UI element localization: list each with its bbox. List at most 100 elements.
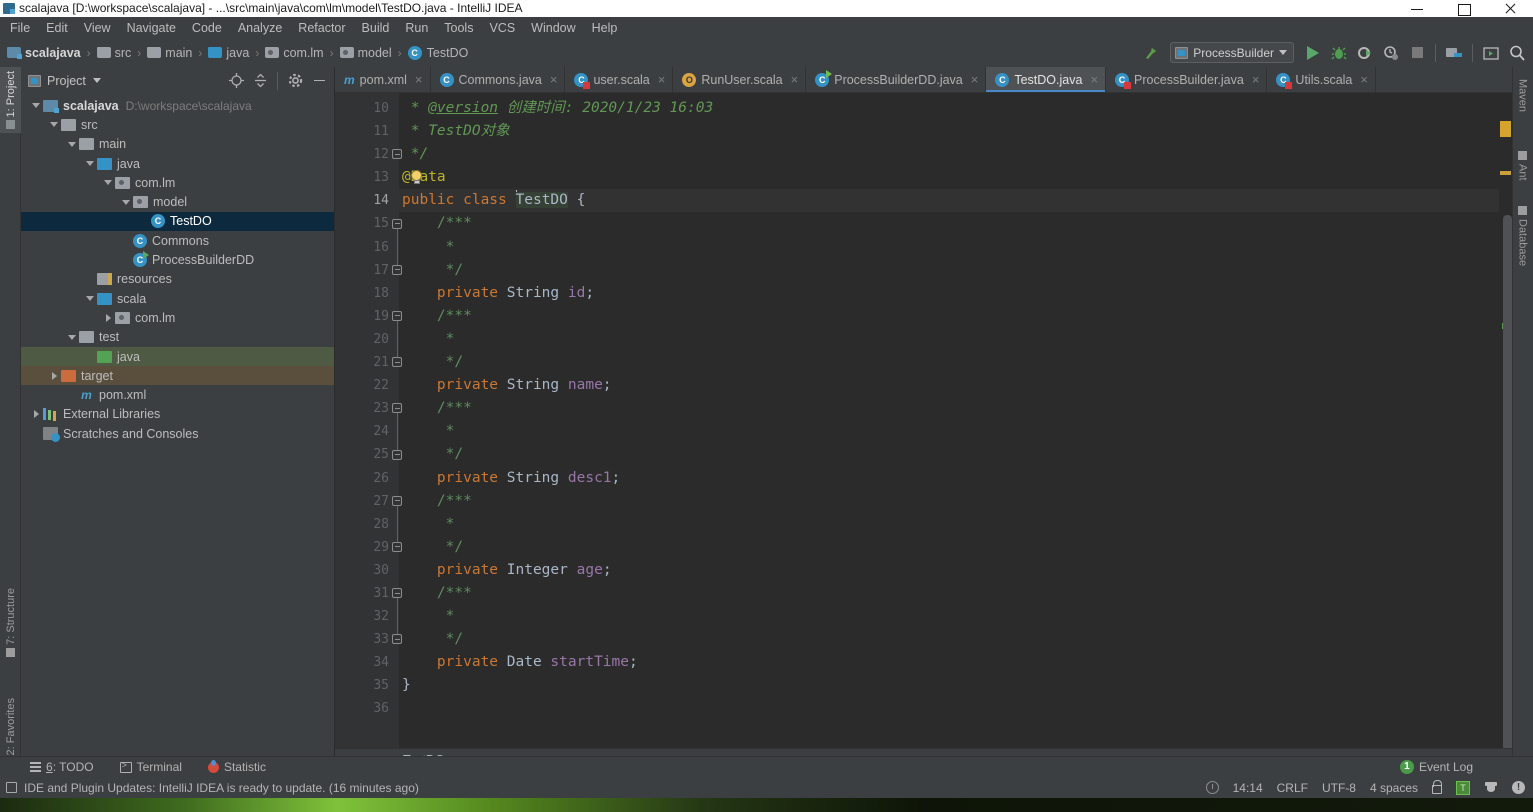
tree-item-pom-xml[interactable]: m pom.xml: [21, 385, 334, 404]
chevron-down-icon[interactable]: [101, 180, 115, 186]
chevron-down-icon[interactable]: [83, 161, 97, 167]
breadcrumb-item-testdo[interactable]: C TestDO: [406, 45, 471, 61]
editor-tab-processbuilderdd-java[interactable]: C ProcessBuilderDD.java ×: [806, 67, 987, 92]
close-icon[interactable]: ×: [971, 72, 979, 87]
close-icon[interactable]: ×: [1360, 72, 1368, 87]
close-button[interactable]: [1487, 0, 1533, 17]
code-line[interactable]: */: [399, 628, 1512, 651]
tree-item-processbuilderdd[interactable]: C ProcessBuilderDD: [21, 250, 334, 269]
profile-button[interactable]: [1379, 41, 1403, 65]
tree-item-model[interactable]: model: [21, 192, 334, 211]
breadcrumb-item-com-lm[interactable]: com.lm: [263, 45, 325, 61]
tree-item-external-libraries[interactable]: External Libraries: [21, 405, 334, 424]
tree-item-java[interactable]: java: [21, 154, 334, 173]
locate-icon[interactable]: [225, 70, 247, 92]
code-line[interactable]: *: [399, 328, 1512, 351]
code-line[interactable]: */: [399, 351, 1512, 374]
close-icon[interactable]: ×: [415, 72, 423, 87]
editor-tab-processbuilder-java[interactable]: C ProcessBuilder.java ×: [1106, 67, 1268, 92]
debug-button[interactable]: [1327, 41, 1351, 65]
code-line[interactable]: *: [399, 605, 1512, 628]
code-content[interactable]: * @version 创建时间: 2020/1/23 16:03 * TestD…: [399, 93, 1512, 748]
run-with-coverage-button[interactable]: [1353, 41, 1377, 65]
editor-tab-commons-java[interactable]: C Commons.java ×: [431, 67, 566, 92]
editor-tab-runuser-scala[interactable]: O RunUser.scala ×: [673, 67, 807, 92]
menu-item-edit[interactable]: Edit: [38, 19, 76, 37]
chevron-down-icon[interactable]: [65, 141, 79, 147]
code-line[interactable]: }: [399, 674, 1512, 697]
chevron-down-icon[interactable]: [92, 78, 101, 83]
chevron-down-icon[interactable]: [65, 334, 79, 340]
translation-icon[interactable]: T: [1456, 780, 1470, 795]
editor-tab-pom-xml[interactable]: m pom.xml ×: [335, 67, 431, 92]
sidebar-item-database[interactable]: Database: [1512, 202, 1533, 270]
close-icon[interactable]: ×: [550, 72, 558, 87]
chevron-right-icon[interactable]: [101, 313, 115, 322]
sidebar-item-project[interactable]: 1: Project: [0, 67, 21, 134]
code-line[interactable]: */: [399, 259, 1512, 282]
code-line[interactable]: private Integer age;: [399, 559, 1512, 582]
tree-item-scratches-and-consoles[interactable]: Scratches and Consoles: [21, 424, 334, 443]
hide-panel-icon[interactable]: [308, 70, 330, 92]
tree-item-target[interactable]: target: [21, 366, 334, 386]
menu-item-build[interactable]: Build: [354, 19, 398, 37]
editor-vertical-scrollbar[interactable]: [1503, 215, 1512, 748]
tool-button-todo[interactable]: 6: TODO: [26, 759, 98, 775]
close-icon[interactable]: ×: [791, 72, 799, 87]
marker-warning[interactable]: [1500, 171, 1511, 175]
sidebar-item-maven[interactable]: Maven: [1512, 75, 1533, 116]
code-line[interactable]: * @version 创建时间: 2020/1/23 16:03: [399, 97, 1512, 120]
code-line[interactable]: private String name;: [399, 374, 1512, 397]
sidebar-item-structure[interactable]: 7: Structure: [0, 584, 21, 661]
lock-icon[interactable]: [1432, 779, 1442, 794]
code-line[interactable]: */: [399, 536, 1512, 559]
tree-item-com-lm[interactable]: com.lm: [21, 173, 334, 192]
menu-item-run[interactable]: Run: [397, 19, 436, 37]
code-line[interactable]: /***: [399, 582, 1512, 605]
chevron-down-icon[interactable]: [29, 103, 43, 109]
tool-button-statistic[interactable]: Statistic: [204, 759, 270, 775]
code-line[interactable]: /***: [399, 212, 1512, 235]
breadcrumb-item-scalajava[interactable]: scalajava: [5, 45, 83, 61]
event-log-button[interactable]: 1 Event Log: [1399, 756, 1473, 777]
close-icon[interactable]: ×: [1252, 72, 1260, 87]
code-line[interactable]: *: [399, 513, 1512, 536]
build-hammer-icon[interactable]: [1139, 41, 1163, 65]
code-line[interactable]: */: [399, 143, 1512, 166]
tree-item-src[interactable]: src: [21, 115, 334, 134]
code-line[interactable]: private String id;: [399, 282, 1512, 305]
code-line[interactable]: public class TestDO {: [399, 189, 1512, 213]
menu-item-tools[interactable]: Tools: [436, 19, 481, 37]
close-icon[interactable]: ×: [1090, 72, 1098, 87]
minimize-button[interactable]: [1395, 0, 1441, 17]
code-line[interactable]: */: [399, 443, 1512, 466]
menu-item-analyze[interactable]: Analyze: [230, 19, 290, 37]
notification-icon[interactable]: !: [1512, 781, 1525, 794]
code-line[interactable]: * TestDO对象: [399, 120, 1512, 143]
chevron-down-icon[interactable]: [83, 296, 97, 302]
tree-item-main[interactable]: main: [21, 135, 334, 154]
breadcrumb-item-src[interactable]: src: [95, 45, 134, 61]
code-line[interactable]: *: [399, 236, 1512, 259]
chevron-right-icon[interactable]: [29, 410, 43, 419]
code-line[interactable]: private String desc1;: [399, 467, 1512, 490]
marker-warning-top[interactable]: [1500, 121, 1511, 137]
editor-tab-user-scala[interactable]: Cuser.scala ×: [565, 67, 674, 92]
close-icon[interactable]: ×: [658, 72, 666, 87]
tool-button-terminal[interactable]: Terminal: [116, 759, 186, 775]
collapse-all-icon[interactable]: [249, 70, 271, 92]
breadcrumb-item-java[interactable]: java: [206, 45, 251, 61]
code-editor[interactable]: 10 11 12 13 14 15 16 17 18 19 20 21 22 23 24 25 26 27 28 29…: [335, 93, 1512, 748]
code-line[interactable]: private Date startTime;: [399, 651, 1512, 674]
code-line[interactable]: /***: [399, 397, 1512, 420]
menu-item-view[interactable]: View: [76, 19, 119, 37]
toggle-terminal-button[interactable]: [1479, 41, 1503, 65]
tree-item-resources[interactable]: resources: [21, 270, 334, 289]
code-line[interactable]: [399, 697, 1512, 720]
tree-item-scalajava[interactable]: scalajava D:\workspace\scalajava: [21, 96, 334, 115]
tree-item-commons[interactable]: C Commons: [21, 231, 334, 250]
tree-item-testdo[interactable]: C TestDO: [21, 211, 334, 232]
code-line[interactable]: @Data: [399, 166, 1512, 189]
settings-gear-icon[interactable]: [284, 70, 306, 92]
tree-item-test[interactable]: test: [21, 328, 334, 347]
